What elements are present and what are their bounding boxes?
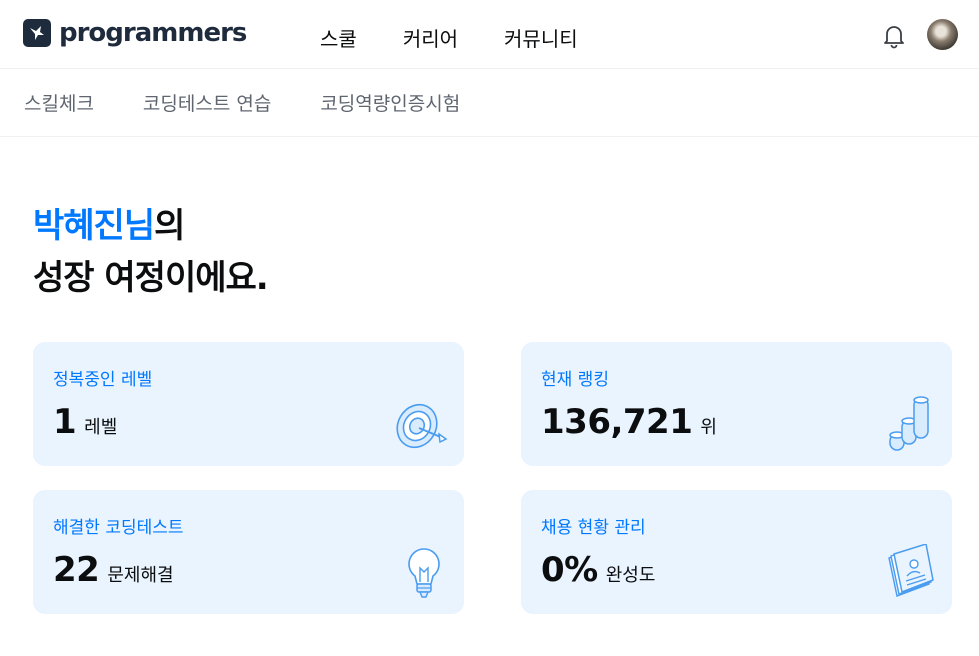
card-title: 현재 랭킹: [541, 370, 609, 390]
user-name: 박혜진님: [33, 206, 155, 246]
subnav-coding-test-practice[interactable]: 코딩테스트 연습: [143, 89, 271, 116]
logo-mark-icon: [23, 19, 51, 47]
nav-career[interactable]: 커리어: [403, 25, 458, 53]
subnav-coding-certification[interactable]: 코딩역량인증시험: [320, 89, 460, 116]
subnav-skill-check[interactable]: 스킬체크: [24, 89, 94, 116]
card-title: 정복중인 레벨: [53, 370, 153, 390]
recruitment-card[interactable]: 채용 현황 관리 0% 완성도: [521, 490, 952, 614]
page-title: 박혜진님의 성장 여정이에요.: [33, 200, 269, 304]
recruitment-unit: 완성도: [605, 565, 656, 586]
greeting-line2: 성장 여정이에요.: [33, 258, 269, 298]
main-nav: 스쿨 커리어 커뮤니티: [320, 25, 624, 53]
card-title: 채용 현황 관리: [541, 518, 646, 538]
target-icon: [396, 403, 448, 449]
resume-cards-icon: [888, 544, 934, 597]
sub-nav: 스킬체크 코딩테스트 연습 코딩역량인증시험: [0, 69, 979, 137]
lightbulb-icon: [408, 548, 440, 598]
card-value: 136,721 위: [541, 402, 717, 442]
level-card[interactable]: 정복중인 레벨 1 레벨: [33, 342, 464, 466]
top-header: programmers 스쿨 커리어 커뮤니티: [0, 0, 979, 69]
greeting-suffix: 의: [154, 206, 185, 246]
solved-unit: 문제해결: [107, 565, 174, 586]
avatar[interactable]: [927, 19, 958, 50]
card-value: 0% 완성도: [541, 550, 655, 590]
card-value: 22 문제해결: [53, 550, 174, 590]
nav-school[interactable]: 스쿨: [320, 25, 357, 53]
coin-stack-icon: [889, 396, 929, 451]
programmers-logo[interactable]: programmers: [23, 17, 247, 49]
ranking-value: 136,721: [541, 402, 693, 442]
level-value: 1: [53, 402, 77, 442]
ranking-unit: 위: [700, 417, 717, 438]
bell-icon[interactable]: [880, 22, 908, 50]
nav-community[interactable]: 커뮤니티: [504, 25, 578, 53]
solved-value: 22: [53, 550, 100, 590]
solved-card[interactable]: 해결한 코딩테스트 22 문제해결: [33, 490, 464, 614]
recruitment-value: 0%: [541, 550, 598, 590]
logo-text: programmers: [59, 18, 247, 48]
card-value: 1 레벨: [53, 402, 117, 442]
card-title: 해결한 코딩테스트: [53, 518, 184, 538]
ranking-card[interactable]: 현재 랭킹 136,721 위: [521, 342, 952, 466]
level-unit: 레벨: [84, 417, 118, 438]
